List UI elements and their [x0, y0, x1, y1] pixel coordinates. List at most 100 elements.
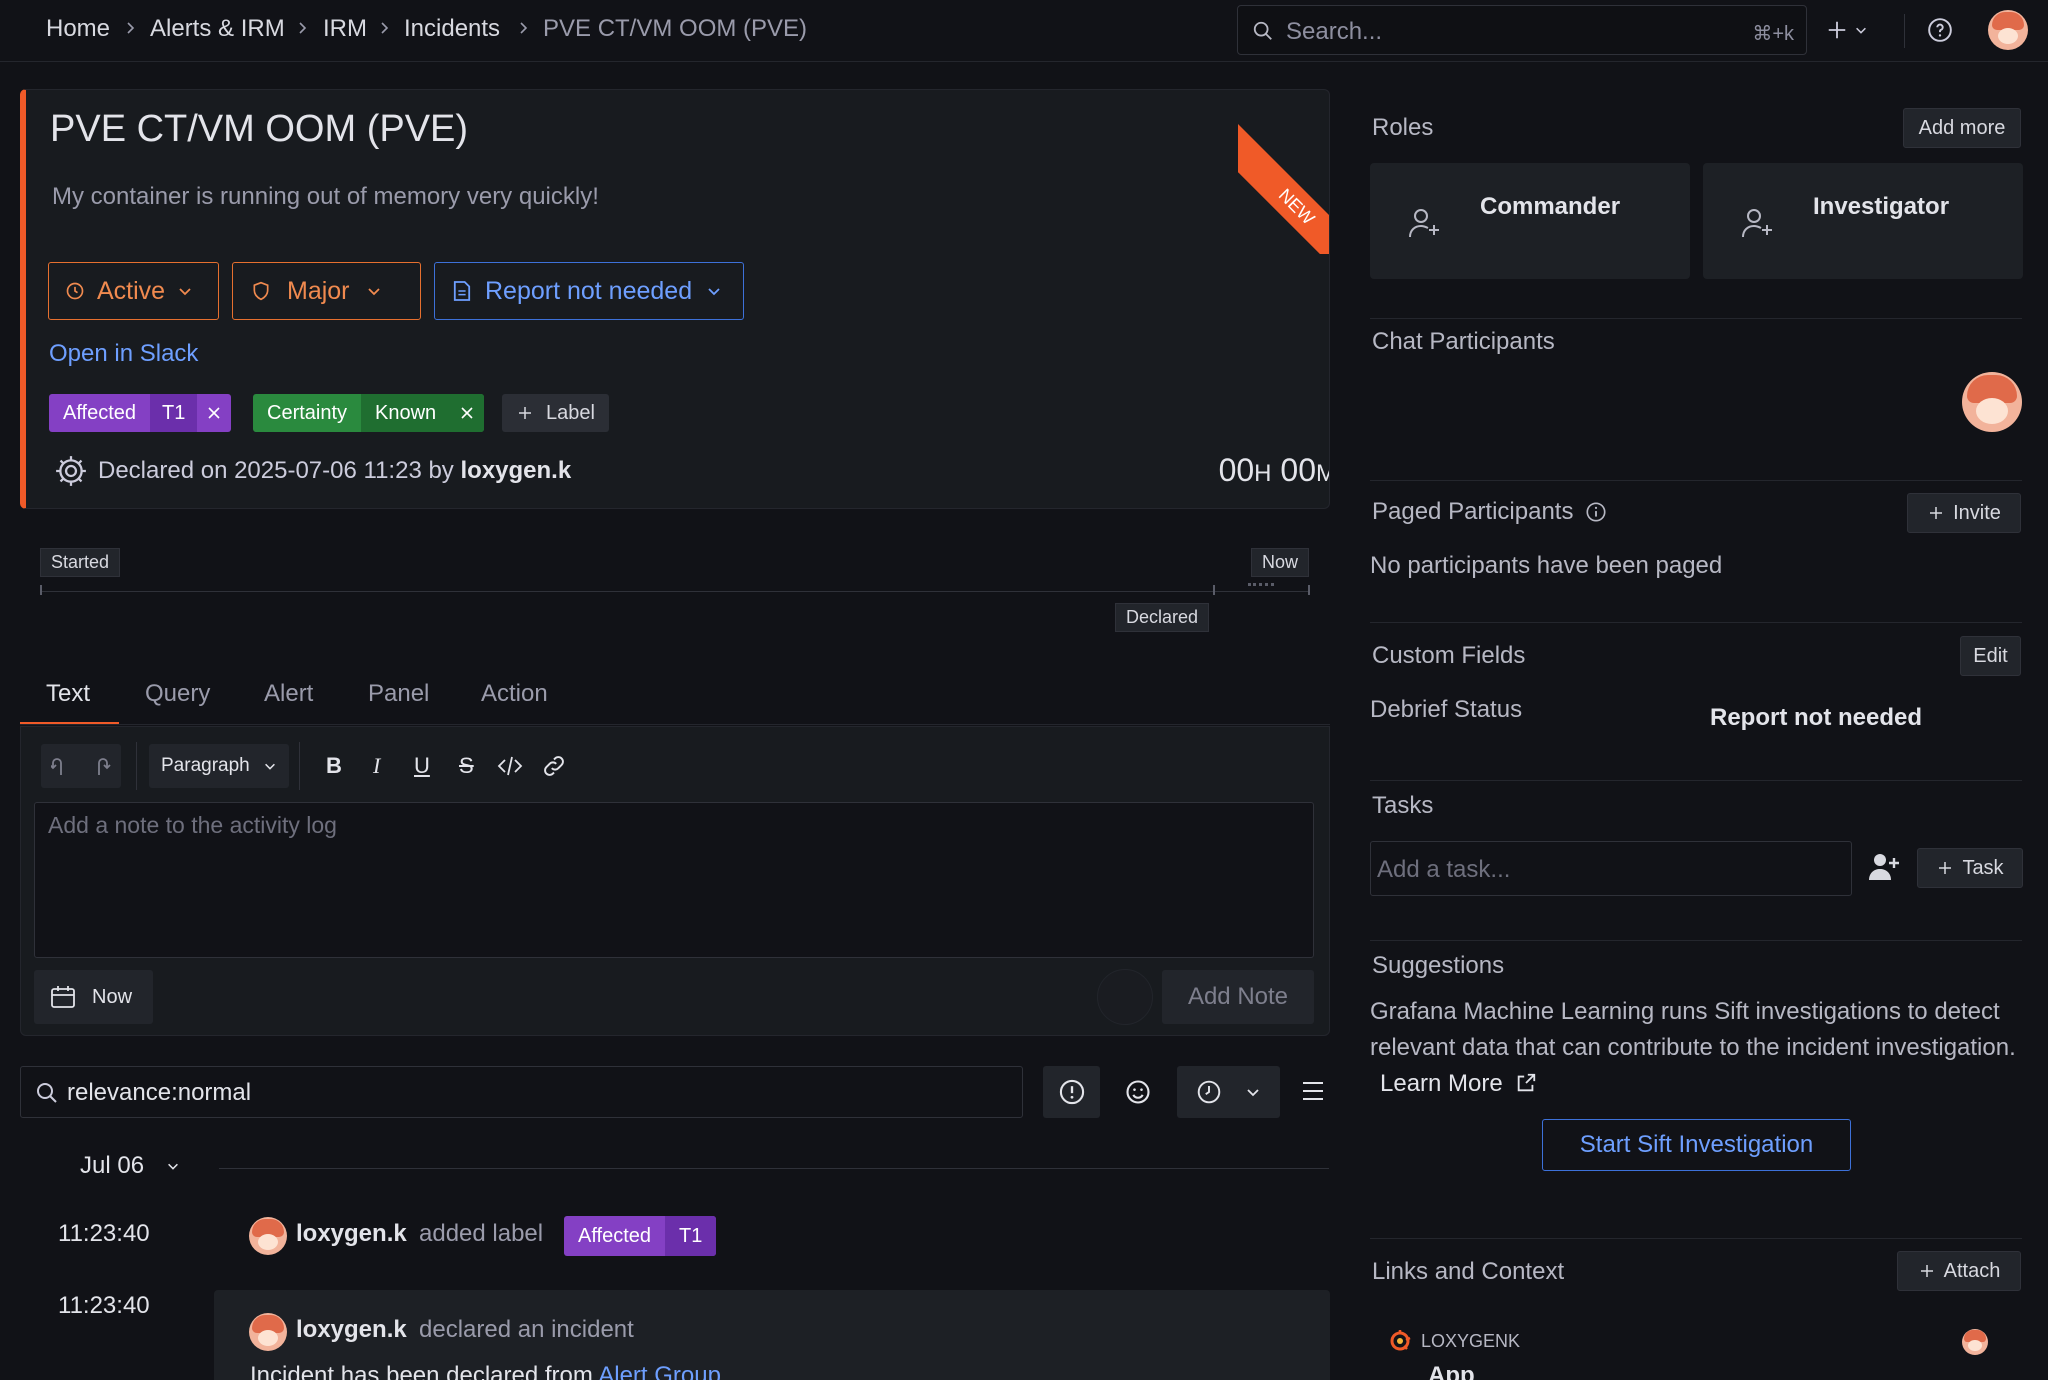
chevron-down-icon [708, 288, 720, 296]
declared-by-user[interactable]: loxygen.k [460, 457, 571, 484]
activity-action: declared an incident [419, 1316, 634, 1343]
timeline-now-badge: Now [1251, 548, 1310, 577]
search-input[interactable]: Search... ⌘+k [1237, 5, 1807, 55]
add-note-button[interactable]: Add Note [1162, 970, 1314, 1024]
activity-date-group[interactable]: Jul 06 [80, 1152, 180, 1180]
new-ribbon: NEW [1238, 124, 1329, 254]
custom-fields-title: Custom Fields [1372, 642, 1526, 669]
alert-group-link[interactable]: Alert Group [598, 1362, 721, 1380]
add-task-label: Task [1962, 856, 2004, 879]
plus-icon [1939, 862, 1952, 874]
paragraph-select[interactable]: Paragraph [149, 744, 289, 788]
redo-icon[interactable] [91, 755, 111, 777]
help-icon[interactable] [1927, 17, 1953, 43]
info-icon[interactable] [1585, 501, 1607, 523]
status-label: Active [97, 276, 166, 305]
add-label-button[interactable]: Label [502, 394, 609, 432]
add-user-icon [1742, 209, 1772, 238]
breadcrumb-irm[interactable]: IRM [323, 15, 367, 43]
start-sift-investigation-button[interactable]: Start Sift Investigation [1542, 1119, 1851, 1171]
breadcrumb-current: PVE CT/VM OOM (PVE) [543, 15, 808, 42]
chevron-right-icon [299, 22, 307, 34]
severity-label: Major [287, 276, 350, 305]
strikethrough-button[interactable]: S [459, 753, 474, 779]
section-divider [1370, 318, 2022, 319]
assign-user-icon[interactable] [1868, 852, 1900, 882]
custom-field-value[interactable]: Report not needed [1710, 704, 1922, 732]
incident-description[interactable]: My container is running out of memory ve… [52, 183, 599, 211]
search-shortcut: ⌘+k [1752, 23, 1794, 45]
new-menu-button[interactable] [1826, 14, 1876, 46]
link-icon[interactable] [541, 753, 567, 779]
add-task-placeholder: Add a task... [1377, 856, 1511, 883]
tab-panel[interactable]: Panel [368, 680, 429, 708]
invite-button[interactable]: Invite [1907, 493, 2021, 533]
menu-icon[interactable] [1301, 1080, 1325, 1102]
paged-participants-title: Paged Participants [1372, 498, 1574, 525]
chevron-down-icon [265, 763, 275, 770]
tab-text[interactable]: Text [46, 680, 90, 708]
italic-button[interactable]: I [373, 753, 380, 779]
breadcrumb-alerts-irm[interactable]: Alerts & IRM [150, 15, 285, 43]
open-in-slack-link[interactable]: Open in Slack [49, 340, 198, 368]
learn-more-link[interactable]: Learn More [1380, 1070, 1537, 1097]
add-label-text: Label [546, 401, 595, 424]
note-textarea[interactable]: Add a note to the activity log [34, 802, 1314, 958]
top-bar: Home Alerts & IRM IRM Incidents PVE CT/V… [0, 0, 2048, 62]
tabs-divider [20, 724, 1330, 725]
note-time-button[interactable]: Now [34, 970, 153, 1024]
incident-title[interactable]: PVE CT/VM OOM (PVE) [50, 108, 468, 151]
activity-user[interactable]: loxygen.k [296, 1220, 407, 1248]
paged-participants-header: Paged Participants [1372, 498, 1607, 526]
breadcrumb-incidents[interactable]: Incidents [404, 15, 500, 43]
attach-button[interactable]: Attach [1897, 1251, 2021, 1291]
user-avatar[interactable] [1988, 10, 2028, 50]
tab-query[interactable]: Query [145, 680, 210, 708]
add-task-button[interactable]: Task [1917, 848, 2023, 888]
clock-icon [1197, 1080, 1221, 1104]
remove-label-button[interactable] [450, 394, 485, 432]
elapsed-minutes: 00 [1280, 452, 1316, 488]
plus-icon [1920, 1265, 1933, 1277]
timeline-start-tick [40, 585, 42, 595]
code-icon[interactable] [497, 755, 523, 777]
chat-participant-avatar[interactable] [1962, 372, 2022, 432]
label-key: Affected [578, 1224, 652, 1247]
avatar [249, 1217, 287, 1255]
undo-redo-group [41, 744, 121, 788]
role-card-investigator[interactable]: Investigator [1703, 163, 2023, 279]
filter-time-dropdown[interactable] [1177, 1066, 1280, 1118]
add-more-roles-button[interactable]: Add more [1903, 108, 2021, 148]
label-value: T1 [665, 1216, 717, 1256]
note-time-label: Now [92, 985, 133, 1008]
activity-body-text: Incident has been declared from [250, 1362, 593, 1380]
edit-custom-fields-button[interactable]: Edit [1960, 636, 2021, 676]
role-card-commander[interactable]: Commander [1370, 163, 1690, 279]
severity-dropdown[interactable]: Major [232, 262, 421, 320]
filter-alerts-button[interactable] [1043, 1066, 1100, 1118]
new-ribbon-wrap: NEW [1238, 90, 1329, 254]
bold-button[interactable]: B [326, 753, 342, 779]
label-key: Affected [63, 401, 137, 424]
link-app-label[interactable]: App [1428, 1362, 1475, 1380]
activity-user[interactable]: loxygen.k [296, 1316, 407, 1344]
underline-button[interactable]: U [414, 753, 430, 779]
add-task-input[interactable]: Add a task... [1370, 841, 1852, 896]
undo-icon[interactable] [51, 755, 71, 777]
date-divider [219, 1168, 1329, 1169]
status-dropdown[interactable]: Active [48, 262, 219, 320]
emoji-icon[interactable] [1124, 1078, 1152, 1106]
label-chip-certainty: Certainty Known [253, 394, 485, 432]
custom-field-name: Debrief Status [1370, 696, 1523, 723]
tasks-title: Tasks [1372, 792, 1434, 819]
tab-alert[interactable]: Alert [264, 680, 313, 708]
timeline-track [40, 591, 1310, 592]
label-key: Certainty [267, 401, 348, 424]
remove-label-button[interactable] [197, 394, 231, 432]
activity-filter-input[interactable]: relevance:normal [20, 1066, 1023, 1118]
report-dropdown[interactable]: Report not needed [434, 262, 744, 320]
avatar [249, 1313, 287, 1351]
spinner [1097, 969, 1153, 1025]
breadcrumb-home[interactable]: Home [46, 15, 110, 43]
tab-action[interactable]: Action [481, 680, 548, 708]
